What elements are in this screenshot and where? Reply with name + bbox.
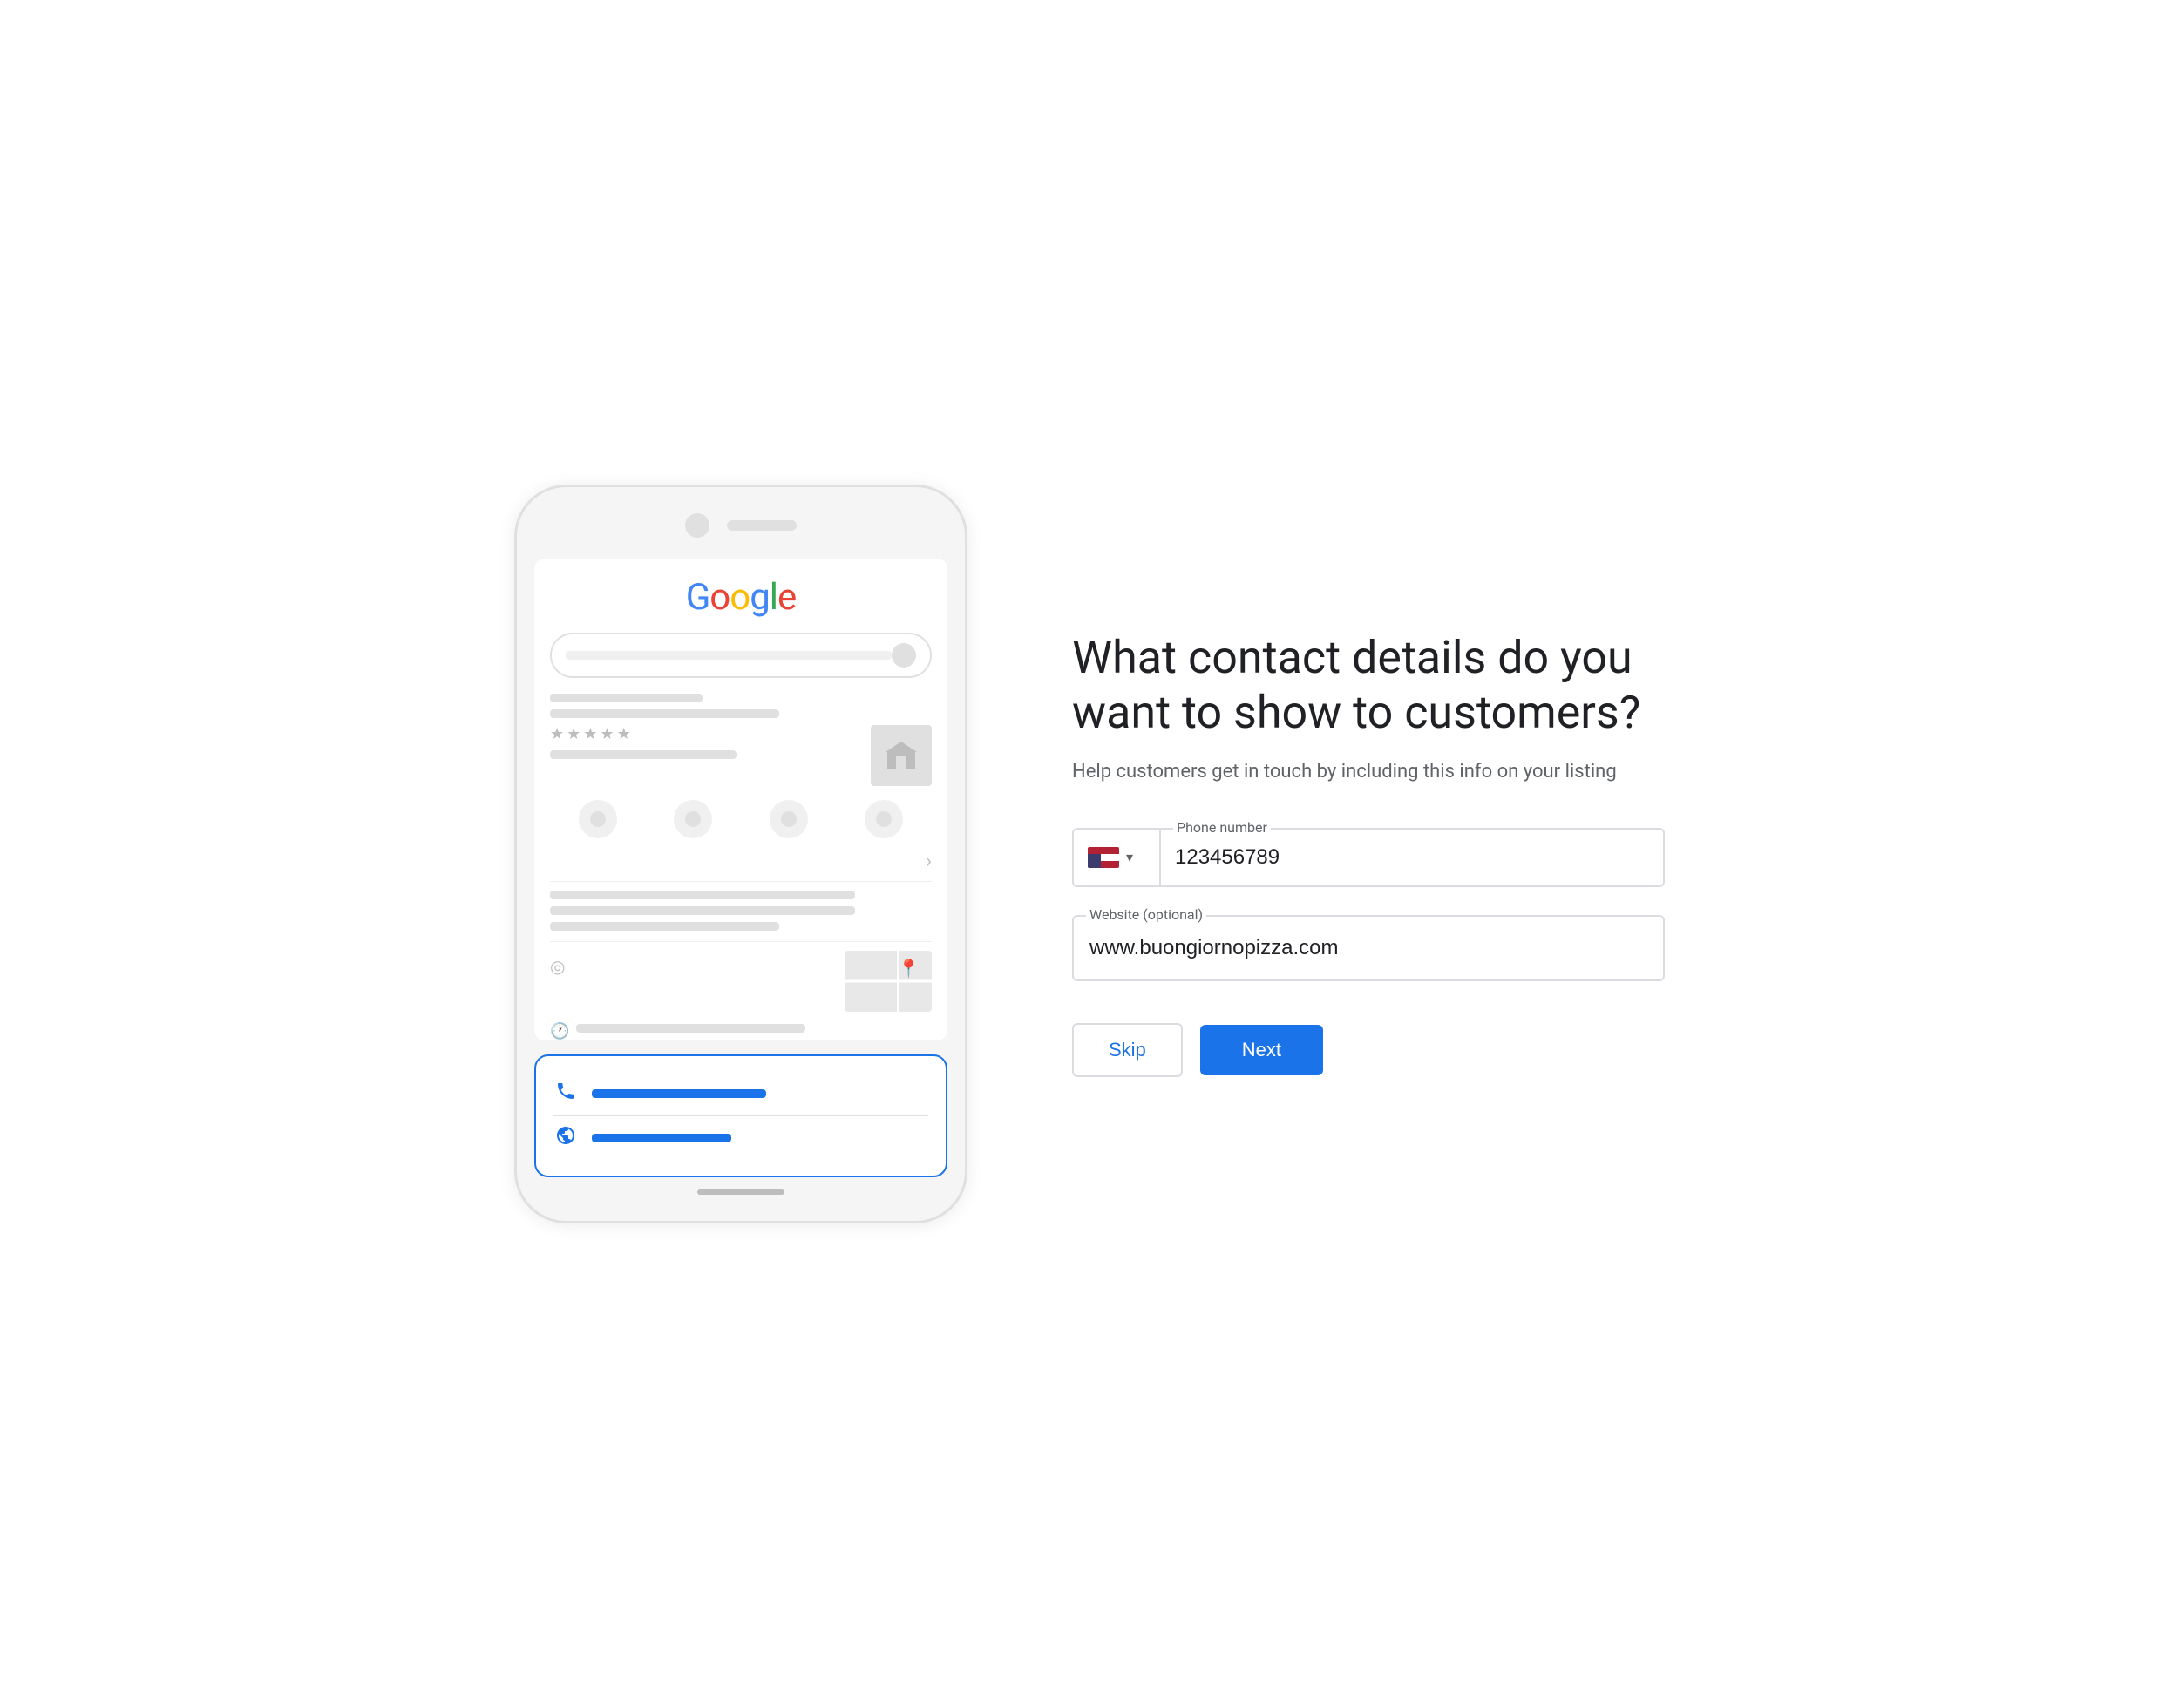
placeholder-line bbox=[550, 922, 779, 931]
phone-card-icon bbox=[553, 1081, 578, 1107]
logo-l: l bbox=[770, 576, 777, 619]
phone-row bbox=[553, 1072, 928, 1115]
website-field: Website (optional) bbox=[1072, 915, 1665, 981]
next-button[interactable]: Next bbox=[1200, 1025, 1323, 1075]
result-block-1: ★ ★ ★ ★ ★ bbox=[550, 694, 932, 786]
map-pin-icon: 📍 bbox=[898, 958, 920, 979]
logo-o1: o bbox=[709, 576, 730, 619]
country-selector[interactable]: ▾ bbox=[1072, 828, 1159, 887]
save-icon bbox=[770, 800, 808, 838]
phone-number-label: Phone number bbox=[1173, 819, 1271, 836]
action-icons-row bbox=[550, 800, 932, 838]
website-input[interactable] bbox=[1074, 917, 1663, 979]
form-subtitle: Help customers get in touch by including… bbox=[1072, 757, 1665, 786]
website-card-line bbox=[592, 1134, 731, 1142]
phone-notch bbox=[534, 513, 947, 538]
search-icon bbox=[892, 643, 916, 668]
skip-button[interactable]: Skip bbox=[1072, 1023, 1183, 1077]
call-icon bbox=[579, 800, 617, 838]
home-bar-indicator bbox=[697, 1190, 784, 1195]
clock-row: 🕐 bbox=[550, 1022, 932, 1040]
text-block-1 bbox=[550, 891, 932, 931]
phone-home-bar bbox=[534, 1190, 947, 1203]
logo-g: G bbox=[686, 576, 710, 619]
phone-screen: Google ★ ★ ★ ★ ★ bbox=[534, 559, 947, 1040]
search-bar-line bbox=[566, 651, 892, 660]
logo-e: e bbox=[777, 576, 796, 619]
placeholder-line bbox=[550, 709, 779, 718]
expand-arrow: › bbox=[550, 851, 932, 872]
stars-row: ★ ★ ★ ★ ★ bbox=[550, 725, 860, 743]
logo-g2: g bbox=[750, 576, 770, 619]
phone-mockup: Google ★ ★ ★ ★ ★ bbox=[514, 485, 967, 1223]
phone-number-field: Phone number bbox=[1159, 828, 1665, 887]
map-area: ◎ 📍 bbox=[550, 951, 932, 1012]
directions-icon bbox=[674, 800, 712, 838]
map-thumbnail: 📍 bbox=[845, 951, 932, 1012]
button-row: Skip Next bbox=[1072, 1023, 1665, 1077]
form-side: What contact details do you want to show… bbox=[1072, 631, 1665, 1077]
share-icon bbox=[865, 800, 903, 838]
phone-number-input[interactable] bbox=[1161, 830, 1663, 885]
google-logo: Google bbox=[550, 576, 932, 619]
website-label: Website (optional) bbox=[1086, 906, 1206, 923]
search-bar bbox=[550, 633, 932, 678]
main-container: Google ★ ★ ★ ★ ★ bbox=[0, 485, 2179, 1223]
placeholder-line bbox=[550, 891, 855, 899]
clock-icon: 🕐 bbox=[550, 1022, 569, 1040]
placeholder-line bbox=[550, 750, 737, 759]
placeholder-line bbox=[576, 1024, 805, 1033]
phone-speaker bbox=[727, 520, 797, 531]
dropdown-arrow-icon: ▾ bbox=[1126, 849, 1133, 865]
placeholder-line bbox=[550, 906, 855, 915]
globe-card-icon bbox=[553, 1125, 578, 1151]
website-row bbox=[553, 1115, 928, 1160]
logo-o2: o bbox=[730, 576, 750, 619]
location-pin-icon: ◎ bbox=[550, 956, 565, 977]
phone-card-line bbox=[592, 1089, 766, 1098]
phone-camera bbox=[685, 513, 709, 538]
phone-bottom-card bbox=[534, 1054, 947, 1177]
map-road-h bbox=[845, 980, 932, 983]
phone-field-row: ▾ Phone number bbox=[1072, 828, 1665, 887]
form-title: What contact details do you want to show… bbox=[1072, 631, 1665, 740]
divider bbox=[550, 941, 932, 942]
store-icon bbox=[871, 725, 932, 786]
placeholder-line bbox=[550, 694, 703, 702]
us-flag-icon bbox=[1088, 847, 1119, 868]
divider bbox=[550, 881, 932, 882]
